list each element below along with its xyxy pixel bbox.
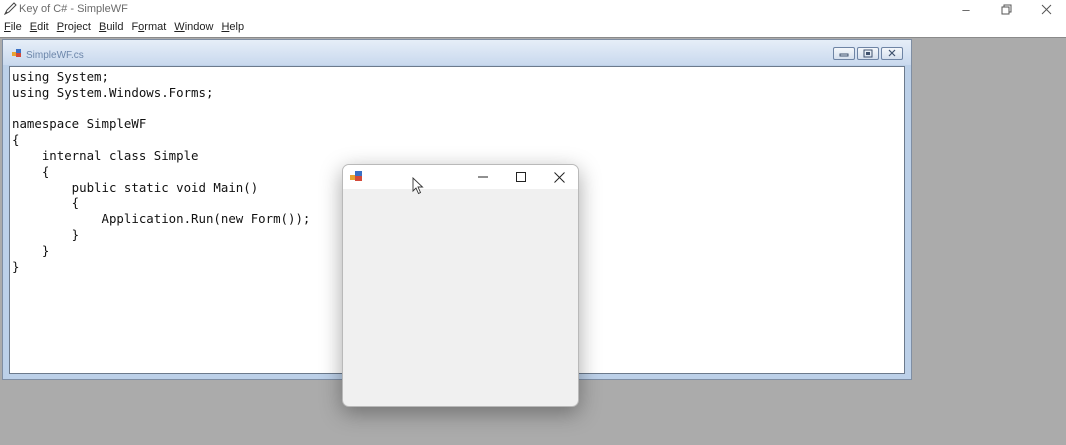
minimize-icon	[839, 53, 849, 57]
mouse-pointer-icon	[412, 177, 424, 195]
form-minimize-button[interactable]	[464, 165, 502, 189]
pen-icon	[4, 2, 17, 15]
code-line: using System;	[12, 69, 109, 84]
app-title: Key of C# - SimpleWF	[19, 3, 128, 15]
document-title-bar[interactable]: SimpleWF.cs	[3, 40, 911, 65]
document-minimize-button[interactable]	[833, 47, 855, 60]
close-icon	[888, 49, 896, 57]
close-icon	[1041, 4, 1051, 15]
menu-format[interactable]: Format	[127, 19, 170, 37]
close-button[interactable]	[1026, 0, 1066, 19]
minimize-button[interactable]: –	[946, 0, 986, 19]
minimize-icon	[478, 176, 488, 178]
menu-bar: File Edit Project Build Format Window Help	[0, 19, 1066, 37]
menu-window[interactable]: Window	[170, 19, 217, 37]
minimize-icon: –	[962, 2, 970, 17]
document-close-button[interactable]	[881, 47, 903, 60]
menu-help[interactable]: Help	[217, 19, 248, 37]
code-line: using System.Windows.Forms;	[12, 84, 214, 100]
form-title-bar[interactable]	[343, 165, 578, 189]
restore-button[interactable]	[986, 0, 1026, 19]
maximize-icon	[516, 172, 526, 182]
menu-file[interactable]: File	[0, 19, 26, 37]
code-line: {	[12, 132, 20, 148]
menu-build[interactable]: Build	[95, 19, 127, 37]
maximize-icon	[863, 49, 873, 58]
code-line: namespace SimpleWF	[12, 116, 147, 132]
menu-project[interactable]: Project	[53, 19, 95, 37]
app-title-bar: Key of C# - SimpleWF –	[0, 0, 1066, 19]
form-close-button[interactable]	[540, 165, 578, 189]
close-icon	[553, 171, 565, 183]
form-icon	[350, 171, 362, 181]
form-icon	[12, 49, 21, 57]
code-line: internal class Simple	[12, 147, 199, 163]
restore-icon	[1001, 4, 1011, 15]
form-maximize-button[interactable]	[502, 165, 540, 189]
document-maximize-button[interactable]	[857, 47, 879, 60]
document-title: SimpleWF.cs	[26, 50, 84, 61]
menu-edit[interactable]: Edit	[26, 19, 53, 37]
running-form-window[interactable]	[342, 164, 579, 407]
